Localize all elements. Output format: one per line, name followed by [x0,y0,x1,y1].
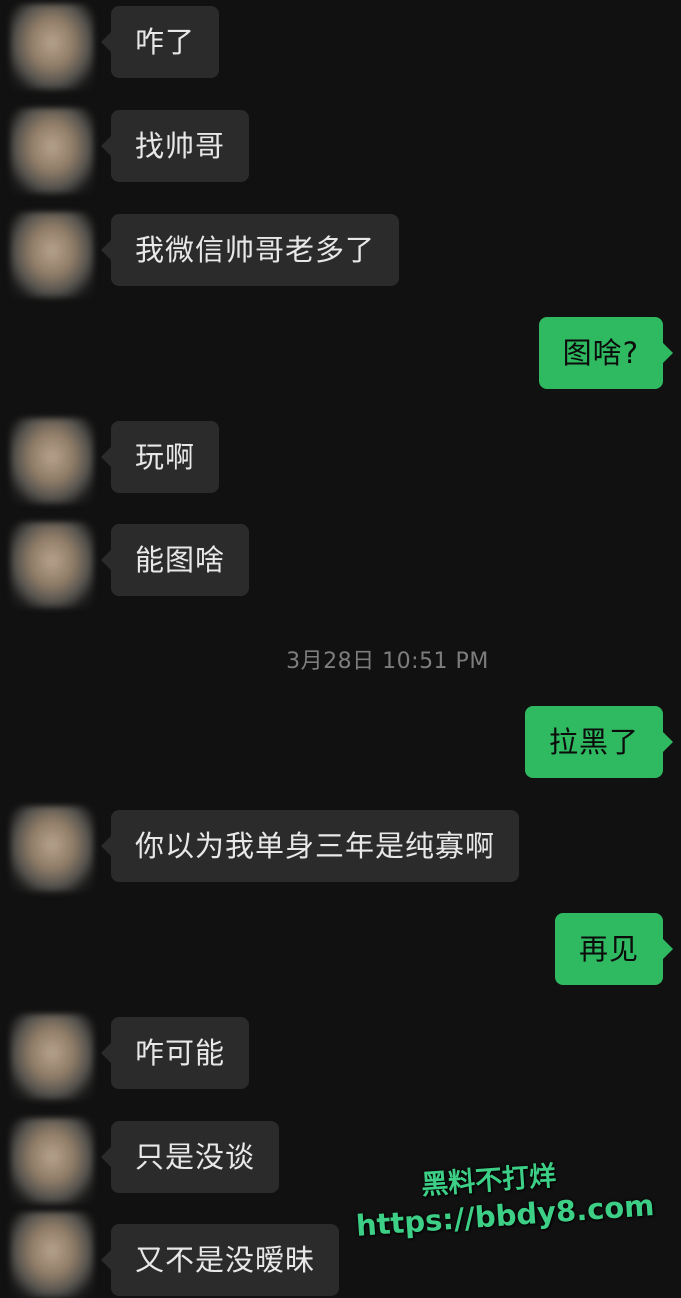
outgoing-message[interactable]: 再见 [554,913,674,985]
incoming-message[interactable]: 咋了 [100,6,220,78]
incoming-message[interactable]: 玩啊 [100,421,220,493]
contact-avatar[interactable] [10,806,94,892]
contact-avatar[interactable] [10,418,94,504]
contact-avatar[interactable] [10,212,94,298]
contact-avatar[interactable] [10,108,94,194]
contact-avatar[interactable] [10,4,94,90]
watermark: 黑料不打烊 https://bbdy8.com [352,1146,666,1243]
incoming-message[interactable]: 能图啥 [100,524,250,596]
contact-avatar[interactable] [10,1014,94,1100]
incoming-message[interactable]: 你以为我单身三年是纯寡啊 [100,810,520,882]
incoming-message[interactable]: 找帅哥 [100,110,250,182]
message-timestamp: 3月28日 10:51 PM [286,649,489,674]
outgoing-message[interactable]: 拉黑了 [524,706,674,778]
contact-avatar[interactable] [10,522,94,608]
contact-avatar[interactable] [10,1118,94,1204]
chat-area[interactable]: 咋了 找帅哥 我微信帅哥老多了 图啥? 玩啊 能图啥 3月28日 10:51 P… [0,0,681,1298]
incoming-message[interactable]: 只是没谈 [100,1121,280,1193]
contact-avatar[interactable] [10,1212,94,1298]
incoming-message[interactable]: 咋可能 [100,1017,250,1089]
incoming-message[interactable]: 我微信帅哥老多了 [100,214,400,286]
outgoing-message[interactable]: 图啥? [538,317,674,389]
incoming-message[interactable]: 又不是没暧昧 [100,1224,340,1296]
